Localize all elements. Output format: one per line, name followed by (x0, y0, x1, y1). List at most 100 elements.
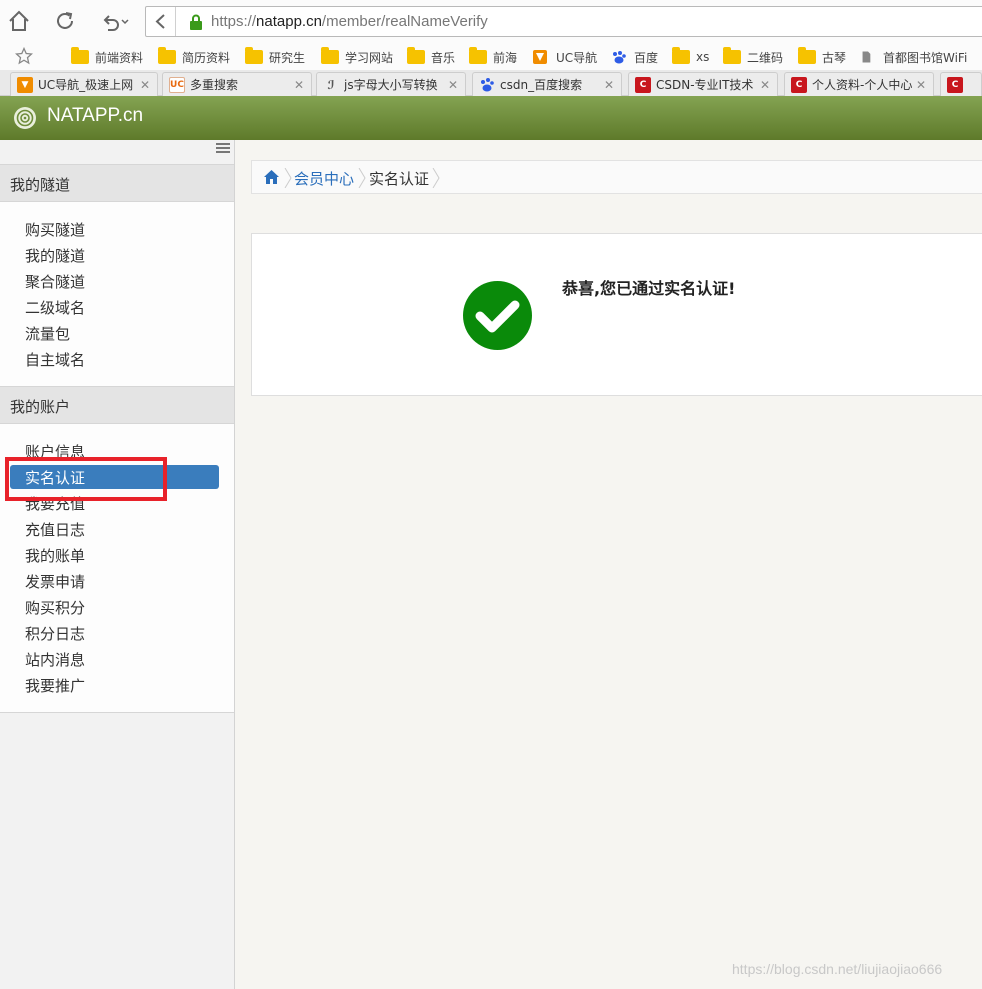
sidebar-item[interactable]: 购买积分 (25, 597, 85, 618)
bookmark-item[interactable]: 研究生 (245, 46, 305, 68)
folder-icon (321, 47, 339, 64)
bookmark-item[interactable]: 学习网站 (321, 46, 393, 68)
browser-tab[interactable]: C 个人资料-个人中心 ✕ (784, 72, 934, 96)
sidebar-item[interactable]: 流量包 (25, 323, 70, 344)
sidebar: 我的隧道 购买隧道 我的隧道 聚合隧道 二级域名 流量包 自主域名 我的账户 账… (0, 140, 235, 989)
sidebar-toggle-icon[interactable] (216, 143, 230, 154)
bookmark-label: 二维码 (747, 50, 784, 65)
reload-icon[interactable] (52, 8, 78, 34)
tab-title: 多重搜索 (190, 78, 239, 92)
brand-name[interactable]: NATAPP.cn (47, 105, 143, 127)
breadcrumb: 会员中心 实名认证 (251, 160, 982, 194)
folder-icon (798, 47, 816, 64)
browser-tab[interactable]: UC 多重搜索 ✕ (162, 72, 312, 96)
folder-icon (245, 47, 263, 64)
sidebar-item[interactable]: 聚合隧道 (25, 271, 85, 292)
url-path: /member/realNameVerify (321, 13, 488, 30)
close-icon[interactable]: ✕ (445, 78, 461, 92)
sidebar-item[interactable]: 站内消息 (25, 649, 85, 670)
bookmark-item[interactable]: 百度 (610, 46, 658, 68)
bookmark-item[interactable]: 首都图书馆WiFi (861, 46, 967, 68)
close-icon[interactable]: ✕ (291, 78, 307, 92)
home-icon[interactable] (263, 169, 280, 185)
tab-strip: ▼ UC导航_极速上网 ✕ UC 多重搜索 ✕ ℐ js字母大小写转换 ✕ cs… (0, 70, 982, 96)
back-icon[interactable] (146, 7, 176, 36)
tab-title: js字母大小写转换 (344, 78, 438, 92)
bookmark-label: 首都图书馆WiFi (883, 50, 968, 65)
browser-tab[interactable]: ℐ js字母大小写转换 ✕ (316, 72, 466, 96)
bookmark-label: 研究生 (269, 50, 306, 65)
success-check-icon (463, 281, 532, 350)
js-icon: ℐ (327, 77, 335, 92)
sidebar-item[interactable]: 充值日志 (25, 519, 85, 540)
uc-nav-icon: ▼ (17, 76, 33, 93)
undo-icon[interactable] (98, 8, 134, 34)
bookmark-item[interactable]: UC导航 (532, 46, 597, 68)
url-text[interactable]: https://natapp.cn/member/realNameVerify (211, 13, 488, 30)
folder-icon (71, 47, 89, 64)
bookmark-item[interactable]: 前海 (469, 46, 517, 68)
bookmark-label: 百度 (634, 50, 659, 65)
bookmark-label: 简历资料 (182, 50, 231, 65)
lock-icon (190, 14, 202, 30)
folder-icon (469, 47, 487, 64)
bookmark-item[interactable]: 前端资料 (71, 46, 143, 68)
folder-icon (407, 47, 425, 64)
tab-title: CSDN-专业IT技术 (656, 78, 754, 92)
sidebar-section-list: 购买隧道 我的隧道 聚合隧道 二级域名 流量包 自主域名 (0, 202, 234, 387)
close-icon[interactable]: ✕ (913, 78, 929, 92)
bookmarks-bar: 前端资料 简历资料 研究生 学习网站 音乐 前海 UC导航 百度 xs 二维码 … (0, 44, 982, 70)
home-icon[interactable] (6, 8, 32, 34)
star-icon[interactable] (14, 46, 34, 65)
address-bar[interactable]: https://natapp.cn/member/realNameVerify (145, 6, 982, 37)
folder-icon (158, 47, 176, 64)
csdn-icon: C (947, 76, 963, 93)
csdn-icon: C (791, 76, 807, 93)
highlight-annotation (5, 457, 167, 501)
close-icon[interactable]: ✕ (137, 78, 153, 92)
baidu-icon (481, 77, 494, 91)
sidebar-item[interactable]: 购买隧道 (25, 219, 85, 240)
bookmark-label: 学习网站 (345, 50, 394, 65)
sidebar-section-title[interactable]: 我的隧道 (0, 164, 234, 202)
verification-result-panel: 恭喜,您已通过实名认证! (251, 233, 982, 396)
bookmark-item[interactable]: 简历资料 (158, 46, 230, 68)
tab-title: UC导航_极速上网 (38, 78, 134, 92)
close-icon[interactable]: ✕ (601, 78, 617, 92)
bookmark-label: 古琴 (822, 50, 847, 65)
bookmark-label: UC导航 (556, 50, 598, 65)
bookmark-item[interactable]: 二维码 (723, 46, 783, 68)
bookmark-item[interactable]: 音乐 (407, 46, 455, 68)
sidebar-item[interactable]: 积分日志 (25, 623, 85, 644)
folder-icon (723, 47, 741, 64)
browser-tab[interactable]: csdn_百度搜索 ✕ (472, 72, 622, 96)
bookmark-label: xs (696, 50, 710, 64)
sidebar-item[interactable]: 二级域名 (25, 297, 85, 318)
breadcrumb-link[interactable]: 会员中心 (294, 168, 354, 189)
site-header: NATAPP.cn (0, 96, 982, 140)
bookmark-item[interactable]: 古琴 (798, 46, 846, 68)
natapp-logo-icon[interactable] (13, 106, 37, 130)
sidebar-item[interactable]: 自主域名 (25, 349, 85, 370)
tab-title: 个人资料-个人中心 (812, 78, 913, 92)
uc-nav-icon (533, 50, 547, 64)
sidebar-item[interactable]: 我要推广 (25, 675, 85, 696)
breadcrumb-separator-icon (358, 168, 366, 188)
browser-tab[interactable]: ▼ UC导航_极速上网 ✕ (10, 72, 158, 96)
browser-tab[interactable]: C CSDN-专业IT技术 ✕ (628, 72, 778, 96)
bookmark-label: 前海 (493, 50, 518, 65)
sidebar-item[interactable]: 我的账单 (25, 545, 85, 566)
bookmark-label: 前端资料 (95, 50, 144, 65)
sidebar-section-title[interactable]: 我的账户 (0, 386, 234, 424)
csdn-icon: C (635, 76, 651, 93)
baidu-icon (613, 51, 626, 64)
sidebar-item[interactable]: 发票申请 (25, 571, 85, 592)
close-icon[interactable]: ✕ (757, 78, 773, 92)
browser-toolbar: https://natapp.cn/member/realNameVerify (0, 0, 982, 44)
watermark: https://blog.csdn.net/liujiaojiao666 (732, 961, 943, 977)
bookmark-item[interactable]: xs (672, 46, 709, 68)
success-message: 恭喜,您已通过实名认证! (562, 279, 736, 298)
page-icon (862, 51, 871, 63)
sidebar-item[interactable]: 我的隧道 (25, 245, 85, 266)
browser-tab[interactable]: C (940, 72, 982, 96)
